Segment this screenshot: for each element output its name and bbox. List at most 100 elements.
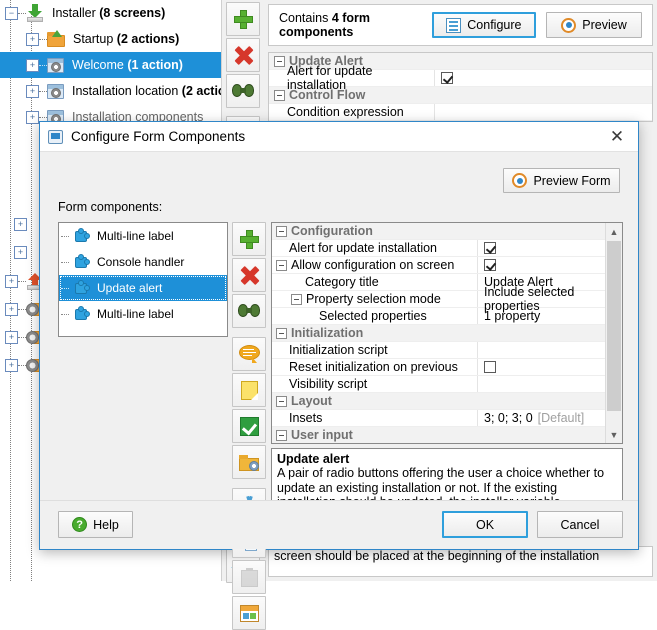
property-name: Category title [305, 275, 379, 289]
preview-button[interactable]: Preview [546, 12, 642, 38]
property-name: Allow configuration on screen [291, 258, 455, 272]
expander-plus-icon[interactable]: + [26, 58, 39, 72]
property-grid-scrollbar[interactable]: ▲ ▼ [605, 223, 622, 443]
component-toolbar[interactable] [230, 220, 268, 630]
property-name: Selected properties [319, 309, 427, 323]
puzzle-piece-icon [73, 228, 91, 244]
expander-plus-icon[interactable]: + [5, 302, 18, 316]
property-group-row[interactable]: Layout [272, 393, 622, 410]
find-component-button[interactable] [232, 294, 266, 328]
binoculars-icon [232, 84, 254, 98]
collapse-icon[interactable] [276, 225, 287, 237]
list-item-label: Multi-line label [97, 307, 174, 321]
expander-plus-icon[interactable]: + [26, 32, 39, 46]
collapse-icon[interactable] [276, 429, 287, 441]
help-button[interactable]: ? Help [58, 511, 133, 538]
ok-button[interactable]: OK [442, 511, 528, 538]
cancel-button[interactable]: Cancel [537, 511, 623, 538]
property-name: Visibility script [289, 377, 368, 391]
collapse-icon[interactable] [276, 259, 287, 271]
configure-button[interactable]: Configure [431, 12, 537, 38]
property-group-label: Configuration [291, 224, 373, 238]
property-checkbox[interactable] [484, 361, 496, 373]
validate-button[interactable] [232, 409, 266, 443]
add-button[interactable] [226, 2, 260, 36]
property-group-row[interactable]: Control Flow [269, 87, 652, 104]
delete-component-button[interactable] [232, 258, 266, 292]
close-icon[interactable]: ✕ [602, 124, 632, 150]
property-name: Reset initialization on previous [289, 360, 458, 374]
property-row[interactable]: Reset initialization on previous [272, 359, 622, 376]
property-row[interactable]: Insets 3; 0; 3; 0 [Default] [272, 410, 622, 427]
description-title: Update alert [277, 452, 350, 466]
ok-label: OK [475, 517, 495, 532]
paste-button [232, 560, 266, 594]
property-row[interactable]: Initialization script [272, 342, 622, 359]
plus-icon [239, 229, 259, 249]
property-row[interactable]: Property selection mode Include selected… [272, 285, 622, 313]
background-description-text: screen should be placed at the beginning… [274, 549, 600, 563]
expander-plus-icon[interactable]: + [5, 274, 18, 288]
property-checkbox[interactable] [484, 259, 496, 271]
expander-plus-icon[interactable]: + [5, 358, 18, 372]
tree-item-installation-location[interactable]: + Installation location (2 actio... [0, 78, 221, 104]
property-group-label: Layout [291, 394, 332, 408]
property-group-row[interactable]: User input [272, 427, 622, 443]
tree-item-node[interactable]: + [0, 268, 44, 294]
screen-gear-icon [47, 83, 64, 99]
list-item[interactable]: Multi-line label [59, 223, 227, 249]
property-group-row[interactable]: Configuration [272, 223, 622, 240]
collapse-icon[interactable] [276, 327, 287, 339]
x-icon [234, 46, 253, 65]
property-group-label: Initialization [291, 326, 364, 340]
expander-plus-icon[interactable]: + [26, 84, 39, 98]
property-row[interactable]: Allow configuration on screen [272, 257, 622, 274]
binoculars-icon [238, 304, 260, 318]
configure-icon [446, 17, 462, 33]
collapse-icon[interactable] [276, 395, 287, 407]
property-group-row[interactable]: Initialization [272, 325, 622, 342]
property-value: 3; 0; 3; 0 [484, 411, 533, 425]
find-button[interactable] [226, 74, 260, 108]
image-button[interactable] [232, 596, 266, 630]
property-name: Initialization script [289, 343, 388, 357]
delete-button[interactable] [226, 38, 260, 72]
preview-icon [512, 173, 528, 188]
expander-plus-icon[interactable]: + [26, 110, 39, 124]
add-component-button[interactable] [232, 222, 266, 256]
property-checkbox[interactable] [441, 72, 453, 84]
scroll-up-icon[interactable]: ▲ [606, 223, 622, 240]
property-row[interactable]: Condition expression [269, 104, 652, 121]
property-row[interactable]: Selected properties 1 property [272, 308, 622, 325]
scrollbar-thumb[interactable] [607, 241, 621, 411]
expander-plus-icon[interactable]: + [5, 330, 18, 344]
expander-plus-icon[interactable]: + [14, 216, 27, 231]
collapse-icon[interactable] [274, 89, 285, 101]
tree-item-startup[interactable]: + Startup (2 actions) [0, 26, 221, 52]
list-item-selected[interactable]: Update alert [59, 275, 227, 301]
tree-item-welcome[interactable]: + Welcome (1 action) [0, 52, 221, 78]
form-components-list[interactable]: Multi-line label Console handler Update … [58, 222, 228, 337]
expander-minus-icon[interactable]: − [5, 6, 18, 20]
tree-item-label: Installer (8 screens) [52, 6, 166, 20]
component-property-grid[interactable]: Configuration Alert for update installat… [271, 222, 623, 444]
scroll-down-icon[interactable]: ▼ [606, 426, 622, 443]
dialog-title: Configure Form Components [71, 129, 246, 144]
tree-item-installer[interactable]: − Installer (8 screens) [0, 0, 221, 26]
collapse-icon[interactable] [291, 293, 302, 305]
property-row[interactable]: Alert for update installation [272, 240, 622, 257]
folder-button[interactable] [232, 445, 266, 479]
comment-button[interactable] [232, 337, 266, 371]
download-arrow-icon [26, 4, 44, 22]
list-item[interactable]: Console handler [59, 249, 227, 275]
preview-form-button[interactable]: Preview Form [503, 168, 620, 193]
background-property-grid[interactable]: Update Alert Alert for update installati… [268, 52, 653, 122]
property-value: 1 property [484, 309, 541, 323]
contains-label: Contains 4 form components [279, 11, 371, 39]
expander-plus-icon[interactable]: + [14, 244, 27, 259]
note-button[interactable] [232, 373, 266, 407]
property-row[interactable]: Alert for update installation [269, 64, 652, 92]
list-item[interactable]: Multi-line label [59, 301, 227, 327]
property-row[interactable]: Visibility script [272, 376, 622, 393]
property-checkbox[interactable] [484, 242, 496, 254]
